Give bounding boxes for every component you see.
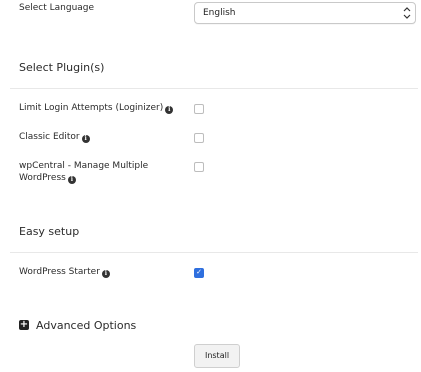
language-select[interactable]: English — [194, 2, 416, 24]
info-icon[interactable]: i — [81, 135, 90, 143]
info-icon[interactable]: i — [101, 270, 110, 278]
checkbox-classic-editor[interactable] — [194, 133, 204, 143]
checkbox-wordpress-starter[interactable]: ✓ — [194, 268, 204, 278]
wordpress-starter-label: WordPress Starter i — [19, 266, 110, 278]
select-language-label: Select Language — [19, 3, 95, 13]
language-select-value: English — [203, 8, 236, 18]
divider — [10, 88, 418, 89]
plugin-label-limit-login: Limit Login Attempts (Loginizer) i — [19, 102, 174, 114]
plugin-label-wpcentral: wpCentral - Manage Multiple WordPress i — [19, 161, 149, 184]
expand-plus-icon[interactable]: + — [19, 319, 29, 330]
plugin-label-classic-editor: Classic Editor i — [19, 131, 90, 143]
easy-setup-heading: Easy setup — [19, 225, 80, 238]
checkmark-icon: ✓ — [196, 268, 202, 276]
checkbox-limit-login[interactable] — [194, 104, 204, 114]
divider — [10, 252, 418, 253]
info-icon[interactable]: i — [165, 106, 174, 114]
install-button[interactable]: Install — [194, 344, 240, 368]
select-arrows-icon — [403, 7, 411, 19]
advanced-options-toggle[interactable]: Advanced Options — [36, 319, 136, 332]
checkbox-wpcentral[interactable] — [194, 162, 204, 172]
select-plugins-heading: Select Plugin(s) — [19, 61, 105, 74]
info-icon[interactable]: i — [67, 176, 76, 184]
